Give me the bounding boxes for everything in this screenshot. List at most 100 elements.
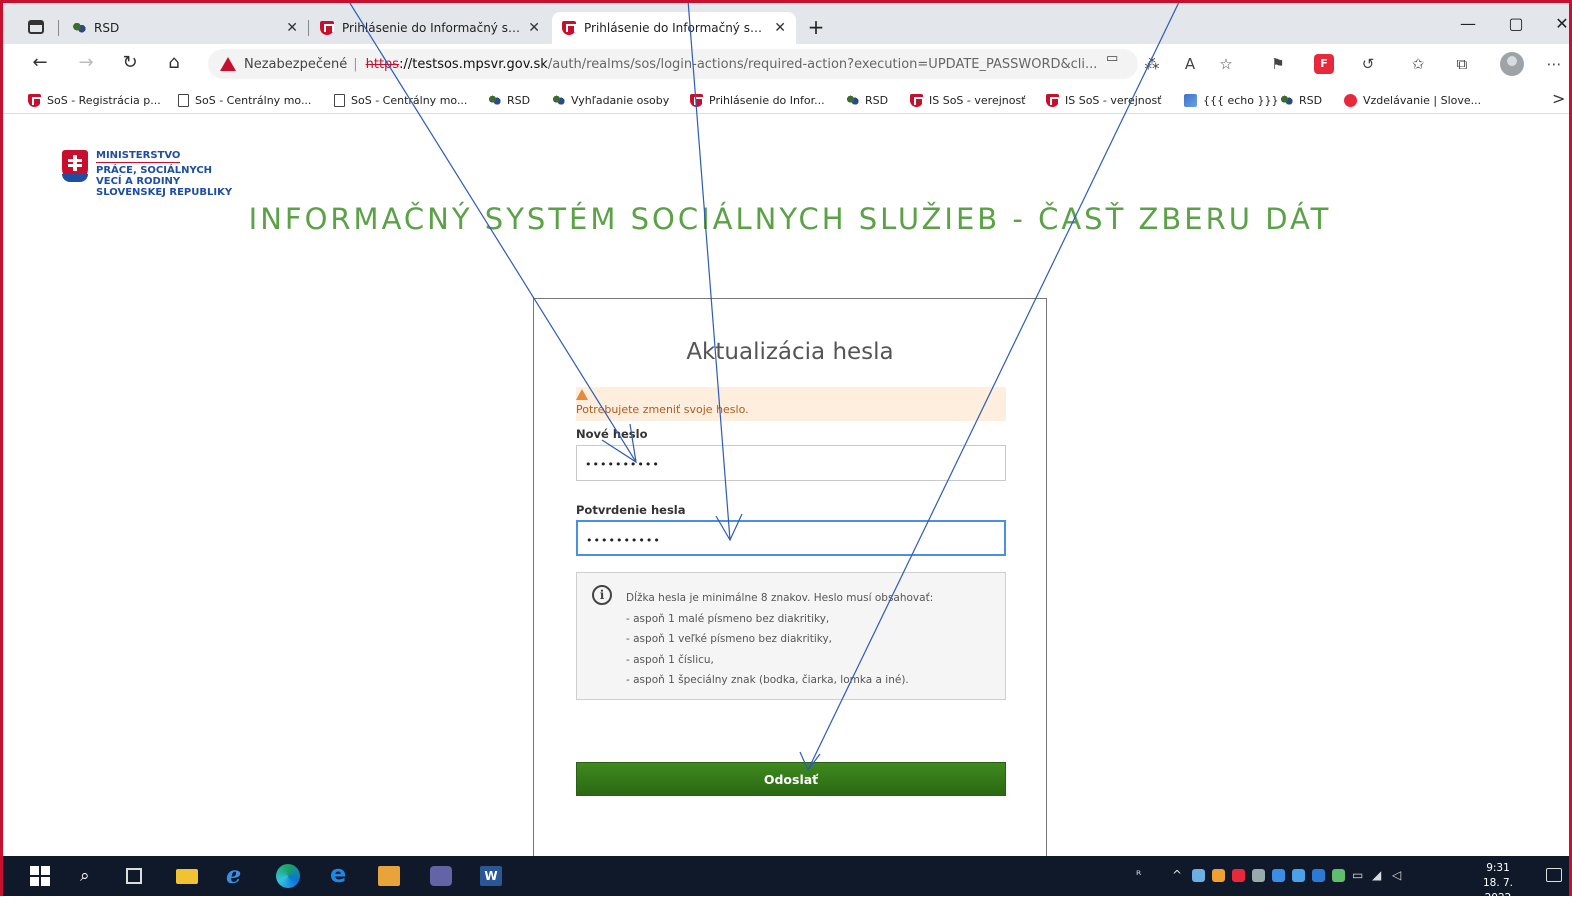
extension-icon[interactable]: ⚑ bbox=[1268, 54, 1288, 74]
collections-icon[interactable]: ⧉ bbox=[1452, 54, 1472, 74]
tab-prihlasenie-1[interactable]: Prihlásenie do Informačný systém ✕ bbox=[310, 12, 550, 44]
apps-icon[interactable]: ⁂ bbox=[1142, 54, 1162, 74]
favorites-overflow-chevron-icon[interactable]: > bbox=[1552, 89, 1565, 108]
people-icon[interactable]: ᴿ bbox=[1136, 868, 1141, 882]
edge-legacy-icon[interactable]: e bbox=[330, 860, 352, 888]
chevron-up-icon[interactable]: ^ bbox=[1172, 868, 1182, 882]
favorite-item[interactable]: IS SoS - verejnosť bbox=[1046, 91, 1162, 109]
favorite-label: {{{ echo }}} bbox=[1203, 93, 1279, 107]
info-icon: i bbox=[592, 585, 612, 605]
tray-app-icon[interactable] bbox=[1192, 869, 1205, 882]
task-view-icon[interactable] bbox=[126, 868, 142, 884]
favorite-item[interactable]: SoS - Centrálny mo... bbox=[334, 91, 467, 109]
home-button[interactable]: ⌂ bbox=[162, 52, 186, 76]
refresh-button[interactable]: ↻ bbox=[118, 52, 142, 76]
tray-app-icon[interactable] bbox=[1232, 869, 1245, 882]
tray-app-icon[interactable] bbox=[1292, 869, 1305, 882]
favorite-item[interactable]: RSD bbox=[846, 91, 888, 109]
ministry-name: MINISTERSTVO PRÁCE, SOCIÁLNYCH VECÍ A RO… bbox=[96, 150, 232, 198]
flash-extension-icon[interactable]: F bbox=[1314, 54, 1334, 74]
ministry-logo[interactable]: MINISTERSTVO PRÁCE, SOCIÁLNYCH VECÍ A RO… bbox=[62, 150, 232, 198]
favorite-item[interactable]: {{{ echo }}} bbox=[1184, 91, 1279, 109]
search-icon[interactable]: ⌕ bbox=[80, 866, 102, 886]
system-clock[interactable]: 9:31 18. 7. 2022 bbox=[1468, 861, 1528, 906]
shield-favicon-icon bbox=[562, 21, 576, 35]
tray-app-icon[interactable] bbox=[1332, 869, 1345, 882]
more-menu-icon[interactable]: ⋯ bbox=[1544, 54, 1564, 74]
favorite-item[interactable]: Prihlásenie do Infor... bbox=[690, 91, 825, 109]
shield-favicon-icon bbox=[1046, 93, 1060, 107]
favorites-bar: SoS - Registrácia p... SoS - Centrálny m… bbox=[0, 84, 1572, 114]
favorite-label: Vzdelávanie | Slove... bbox=[1363, 93, 1482, 107]
tab-label: RSD bbox=[94, 21, 120, 35]
favorite-item[interactable]: SoS - Registrácia p... bbox=[28, 91, 161, 109]
back-button[interactable]: ← bbox=[28, 52, 52, 76]
page-content: MINISTERSTVO PRÁCE, SOCIÁLNYCH VECÍ A RO… bbox=[0, 115, 1572, 878]
internet-explorer-icon[interactable]: e bbox=[226, 860, 248, 889]
submit-button[interactable]: Odoslať bbox=[576, 762, 1006, 796]
close-icon[interactable]: ✕ bbox=[774, 20, 786, 36]
address-bar[interactable]: Nezabezpečené | https ://testsos.mpsvr.g… bbox=[208, 49, 1138, 79]
shield-favicon-icon bbox=[910, 93, 924, 107]
new-password-field[interactable]: •••••••••• bbox=[576, 445, 1006, 481]
close-icon[interactable]: ✕ bbox=[286, 20, 298, 36]
close-window-button[interactable]: ✕ bbox=[1550, 14, 1572, 33]
read-aloud-icon[interactable]: A bbox=[1180, 54, 1200, 74]
close-icon[interactable]: ✕ bbox=[528, 20, 540, 36]
edge-icon[interactable] bbox=[276, 864, 300, 888]
reader-mode-icon[interactable]: ▭ bbox=[1106, 51, 1118, 66]
favorite-label: IS SoS - verejnosť bbox=[1065, 93, 1162, 107]
rsd-favicon-icon bbox=[1280, 93, 1293, 107]
add-favorite-icon[interactable]: ☆ bbox=[1216, 54, 1236, 74]
tray-app-icon[interactable] bbox=[1272, 869, 1285, 882]
favorite-label: Vyhľadanie osoby bbox=[571, 93, 670, 107]
windows-start-icon[interactable] bbox=[30, 866, 50, 886]
favorite-item[interactable]: RSD bbox=[488, 91, 530, 109]
favorite-label: RSD bbox=[1299, 93, 1323, 107]
requirements-text: Dĺžka hesla je minimálne 8 znakov. Heslo… bbox=[626, 588, 933, 691]
outlook-icon[interactable] bbox=[378, 866, 400, 886]
favorite-item[interactable]: IS SoS - verejnosť bbox=[910, 91, 1026, 109]
favorite-item[interactable]: Vyhľadanie osoby bbox=[552, 91, 669, 109]
omnibox-separator: | bbox=[353, 56, 358, 72]
battery-icon[interactable]: ▭ bbox=[1352, 868, 1363, 882]
word-icon[interactable]: W bbox=[480, 866, 502, 886]
logo-line: PRÁCE, SOCIÁLNYCH bbox=[96, 165, 213, 176]
minimize-button[interactable]: — bbox=[1456, 14, 1480, 33]
requirement-line: Dĺžka hesla je minimálne 8 znakov. Heslo… bbox=[626, 592, 934, 604]
password-requirements-box: i Dĺžka hesla je minimálne 8 znakov. Hes… bbox=[576, 572, 1006, 700]
profile-avatar[interactable] bbox=[1500, 52, 1524, 76]
browser-toolbar: ← → ↻ ⌂ Nezabezpečené | https ://testsos… bbox=[0, 44, 1572, 84]
tab-prihlasenie-active[interactable]: Prihlásenie do Informačný systém ✕ bbox=[552, 12, 796, 44]
favorite-label: SoS - Registrácia p... bbox=[47, 93, 161, 107]
volume-icon[interactable]: ◁ bbox=[1392, 868, 1401, 882]
refresh-extension-icon[interactable]: ↺ bbox=[1358, 54, 1378, 74]
rsd-favicon-icon bbox=[552, 93, 565, 107]
new-tab-button[interactable]: + bbox=[804, 16, 828, 40]
notifications-icon[interactable] bbox=[1546, 868, 1562, 882]
clock-time: 9:31 bbox=[1486, 862, 1510, 874]
favorite-item[interactable]: SoS - Centrálny mo... bbox=[178, 91, 311, 109]
alert-message: Potrebujete zmeniť svoje heslo. bbox=[576, 403, 749, 416]
restore-button[interactable]: ▢ bbox=[1504, 14, 1528, 33]
favorite-item[interactable]: Vzdelávanie | Slove... bbox=[1344, 91, 1481, 109]
forward-button[interactable]: → bbox=[74, 52, 98, 76]
file-explorer-icon[interactable] bbox=[176, 869, 198, 884]
url-host: ://testsos.mpsvr.gov.sk bbox=[399, 56, 548, 72]
logo-line: VECÍ A RODINY bbox=[96, 176, 181, 187]
favorite-item[interactable]: RSD bbox=[1280, 91, 1322, 109]
network-icon[interactable]: ◢ bbox=[1372, 868, 1381, 882]
favorites-icon[interactable]: ✩ bbox=[1408, 54, 1428, 74]
shield-favicon-icon bbox=[28, 93, 42, 107]
bluetooth-icon[interactable] bbox=[1312, 869, 1325, 882]
tray-app-icon[interactable] bbox=[1252, 869, 1265, 882]
tray-app-icon[interactable] bbox=[1212, 869, 1225, 882]
tab-label: Prihlásenie do Informačný systém bbox=[584, 21, 766, 35]
url-path: /auth/realms/sos/login-actions/required-… bbox=[547, 56, 1098, 72]
teams-icon[interactable] bbox=[430, 866, 452, 886]
tab-rsd[interactable]: RSD ✕ bbox=[62, 12, 308, 44]
confirm-password-field[interactable]: •••••••••• bbox=[576, 520, 1006, 556]
page-title: Aktualizácia hesla bbox=[686, 339, 894, 365]
favorite-label: SoS - Centrálny mo... bbox=[351, 93, 468, 107]
security-label[interactable]: Nezabezpečené bbox=[244, 57, 347, 72]
